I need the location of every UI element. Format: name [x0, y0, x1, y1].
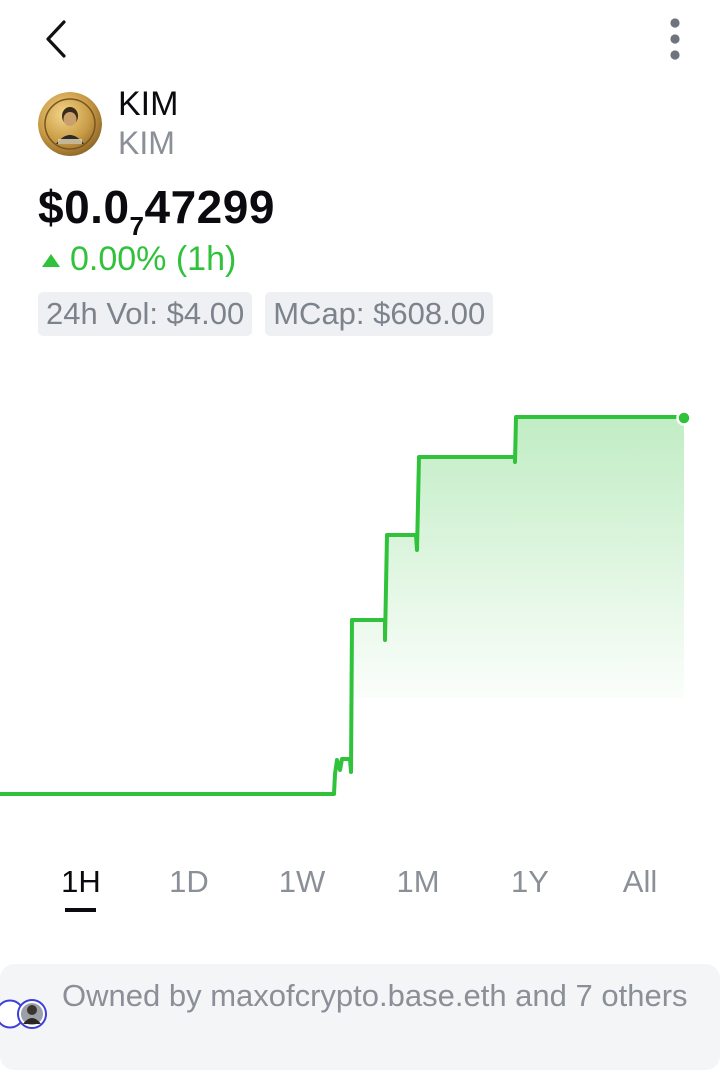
- owners-text: Owned by maxofcrypto.base.eth and 7 othe…: [62, 978, 688, 1013]
- owners-card[interactable]: Owned by maxofcrypto.base.eth and 7 othe…: [0, 964, 720, 1070]
- time-range-selector: 1H 1D 1W 1M 1Y All: [0, 850, 720, 920]
- price-digits: 47299: [144, 181, 275, 233]
- market-cap-badge: MCap: $608.00: [265, 292, 494, 336]
- owner-avatars: [0, 999, 47, 1029]
- tab-1y[interactable]: 1Y: [511, 862, 549, 912]
- token-coin-image: [38, 92, 102, 156]
- price-chart-svg: [0, 410, 692, 796]
- token-avatar: [38, 92, 102, 156]
- price-zero-count: 7: [129, 211, 145, 241]
- price-prefix: $0.0: [38, 181, 130, 233]
- tab-1d[interactable]: 1D: [169, 862, 209, 912]
- token-stats: 24h Vol: $4.00 MCap: $608.00: [38, 292, 494, 336]
- more-vertical-icon: [670, 18, 680, 60]
- tab-1m[interactable]: 1M: [396, 862, 439, 912]
- chart-area-fill: [352, 417, 684, 698]
- top-bar: [0, 0, 720, 80]
- price-chart[interactable]: [0, 340, 720, 840]
- chart-current-point: [676, 410, 692, 426]
- price-change: 0.00% (1h): [42, 238, 236, 280]
- token-symbol: KIM: [118, 125, 175, 161]
- token-name: KIM: [118, 85, 179, 123]
- more-options-button[interactable]: [652, 14, 698, 64]
- chevron-left-icon: [46, 20, 66, 58]
- tab-all[interactable]: All: [623, 862, 657, 912]
- price-change-value: 0.00% (1h): [70, 240, 237, 278]
- tab-1w[interactable]: 1W: [279, 862, 326, 912]
- token-header: KIM KIM: [38, 85, 179, 161]
- arrow-up-icon: [42, 253, 60, 267]
- tab-1h[interactable]: 1H: [61, 862, 101, 912]
- volume-badge: 24h Vol: $4.00: [38, 292, 253, 336]
- active-tab-indicator: [65, 908, 96, 912]
- back-button[interactable]: [30, 14, 80, 64]
